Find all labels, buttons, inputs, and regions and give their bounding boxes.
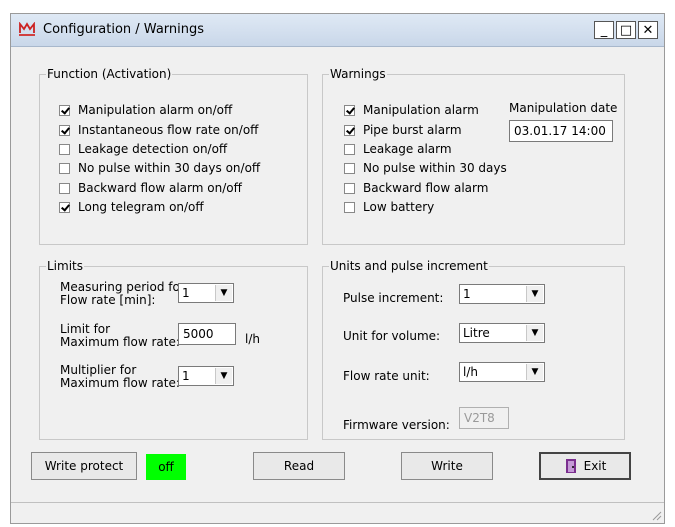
warnings-legend: Warnings <box>329 67 387 81</box>
firmware-version-label: Firmware version: <box>343 418 450 432</box>
warning-checkbox-row[interactable]: Pipe burst alarm <box>344 122 462 138</box>
checkbox-label: Manipulation alarm on/off <box>78 103 233 117</box>
function-checkbox-row[interactable]: No pulse within 30 days on/off <box>59 160 260 176</box>
unit-volume-combo[interactable]: Litre ▼ <box>459 323 545 343</box>
pulse-increment-label: Pulse increment: <box>343 291 444 305</box>
checkbox[interactable] <box>59 182 70 194</box>
write-protect-status-badge: off <box>146 454 186 480</box>
checkbox[interactable] <box>59 162 70 174</box>
checkbox-label: Long telegram on/off <box>78 200 204 214</box>
checkbox[interactable] <box>59 201 70 213</box>
exit-label: Exit <box>583 459 607 473</box>
exit-button[interactable]: Exit <box>539 452 631 480</box>
checkbox[interactable] <box>59 124 70 136</box>
write-protect-button[interactable]: Write protect <box>31 452 137 480</box>
multiplier-combo[interactable]: 1 ▼ <box>178 366 234 386</box>
checkbox-label: Instantaneous flow rate on/off <box>78 123 259 137</box>
function-checkbox-row[interactable]: Long telegram on/off <box>59 199 204 215</box>
checkbox-label: Leakage detection on/off <box>78 142 228 156</box>
firmware-version-field: V2T8 <box>459 407 509 429</box>
checkbox[interactable] <box>59 143 70 155</box>
checkbox[interactable] <box>344 104 355 116</box>
dropdown-arrow-icon[interactable]: ▼ <box>526 364 543 380</box>
dropdown-arrow-icon[interactable]: ▼ <box>215 285 232 301</box>
function-checkbox-row[interactable]: Instantaneous flow rate on/off <box>59 122 258 138</box>
multiplier-label: Maximum flow rate: <box>60 376 180 390</box>
manipulation-date-field[interactable]: 03.01.17 14:00 <box>509 120 613 142</box>
app-logo-icon <box>19 22 35 36</box>
function-checkbox-row[interactable]: Leakage detection on/off <box>59 141 227 157</box>
resize-grip-icon[interactable] <box>650 509 662 521</box>
warning-checkbox-row[interactable]: Leakage alarm <box>344 141 452 157</box>
flow-rate-unit-label: Flow rate unit: <box>343 369 430 383</box>
configuration-window: Configuration / Warnings _ □ ✕ Function … <box>10 13 665 524</box>
function-checkbox-row[interactable]: Manipulation alarm on/off <box>59 102 232 118</box>
checkbox-label: Leakage alarm <box>363 142 452 156</box>
limits-group: Limits Measuring period for Flow rate [m… <box>39 259 308 440</box>
combo-value: Litre <box>463 326 490 340</box>
warning-checkbox-row[interactable]: No pulse within 30 days <box>344 160 507 176</box>
function-activation-legend: Function (Activation) <box>46 67 173 81</box>
units-legend: Units and pulse increment <box>329 259 489 273</box>
read-button[interactable]: Read <box>253 452 345 480</box>
checkbox[interactable] <box>344 162 355 174</box>
dropdown-arrow-icon[interactable]: ▼ <box>215 368 232 384</box>
warning-checkbox-row[interactable]: Backward flow alarm <box>344 180 488 196</box>
checkbox[interactable] <box>344 124 355 136</box>
pulse-increment-combo[interactable]: 1 ▼ <box>459 284 545 304</box>
warning-checkbox-row[interactable]: Manipulation alarm <box>344 102 479 118</box>
combo-value: 1 <box>463 287 471 301</box>
caption-buttons: _ □ ✕ <box>594 21 658 39</box>
checkbox-label: Pipe burst alarm <box>363 123 462 137</box>
combo-value: l/h <box>463 365 478 379</box>
unit-volume-label: Unit for volume: <box>343 329 441 343</box>
checkbox-label: No pulse within 30 days on/off <box>78 161 261 175</box>
measuring-period-combo[interactable]: 1 ▼ <box>178 283 234 303</box>
status-bar <box>11 502 664 523</box>
dropdown-arrow-icon[interactable]: ▼ <box>526 325 543 341</box>
manipulation-date-label: Manipulation date <box>509 101 618 115</box>
combo-value: 1 <box>182 369 190 383</box>
limit-label: Maximum flow rate: <box>60 335 180 349</box>
checkbox[interactable] <box>344 182 355 194</box>
flow-rate-unit-combo[interactable]: l/h ▼ <box>459 362 545 382</box>
exit-door-icon <box>565 459 576 473</box>
maximize-button[interactable]: □ <box>616 21 636 39</box>
checkbox-label: Backward flow alarm <box>363 181 489 195</box>
checkbox[interactable] <box>344 201 355 213</box>
warnings-group: Warnings Manipulation alarm Pipe burst a… <box>322 67 625 245</box>
dropdown-arrow-icon[interactable]: ▼ <box>526 286 543 302</box>
close-button[interactable]: ✕ <box>638 21 658 39</box>
write-button[interactable]: Write <box>401 452 493 480</box>
checkbox[interactable] <box>59 104 70 116</box>
max-flow-rate-field[interactable]: 5000 <box>178 323 236 345</box>
function-activation-group: Function (Activation) Manipulation alarm… <box>39 67 308 245</box>
limits-legend: Limits <box>46 259 84 273</box>
warning-checkbox-row[interactable]: Low battery <box>344 199 434 215</box>
window-title: Configuration / Warnings <box>43 22 205 37</box>
limit-unit: l/h <box>245 332 260 346</box>
function-checkbox-row[interactable]: Backward flow alarm on/off <box>59 180 242 196</box>
measuring-period-label: Flow rate [min]: <box>60 293 156 307</box>
checkbox-label: Manipulation alarm <box>363 103 479 117</box>
title-bar[interactable]: Configuration / Warnings _ □ ✕ <box>11 14 664 47</box>
units-group: Units and pulse increment Pulse incremen… <box>322 259 625 440</box>
combo-value: 1 <box>182 286 190 300</box>
checkbox-label: No pulse within 30 days <box>363 161 507 175</box>
checkbox[interactable] <box>344 143 355 155</box>
minimize-button[interactable]: _ <box>594 21 614 39</box>
checkbox-label: Backward flow alarm on/off <box>78 181 242 195</box>
checkbox-label: Low battery <box>363 200 435 214</box>
